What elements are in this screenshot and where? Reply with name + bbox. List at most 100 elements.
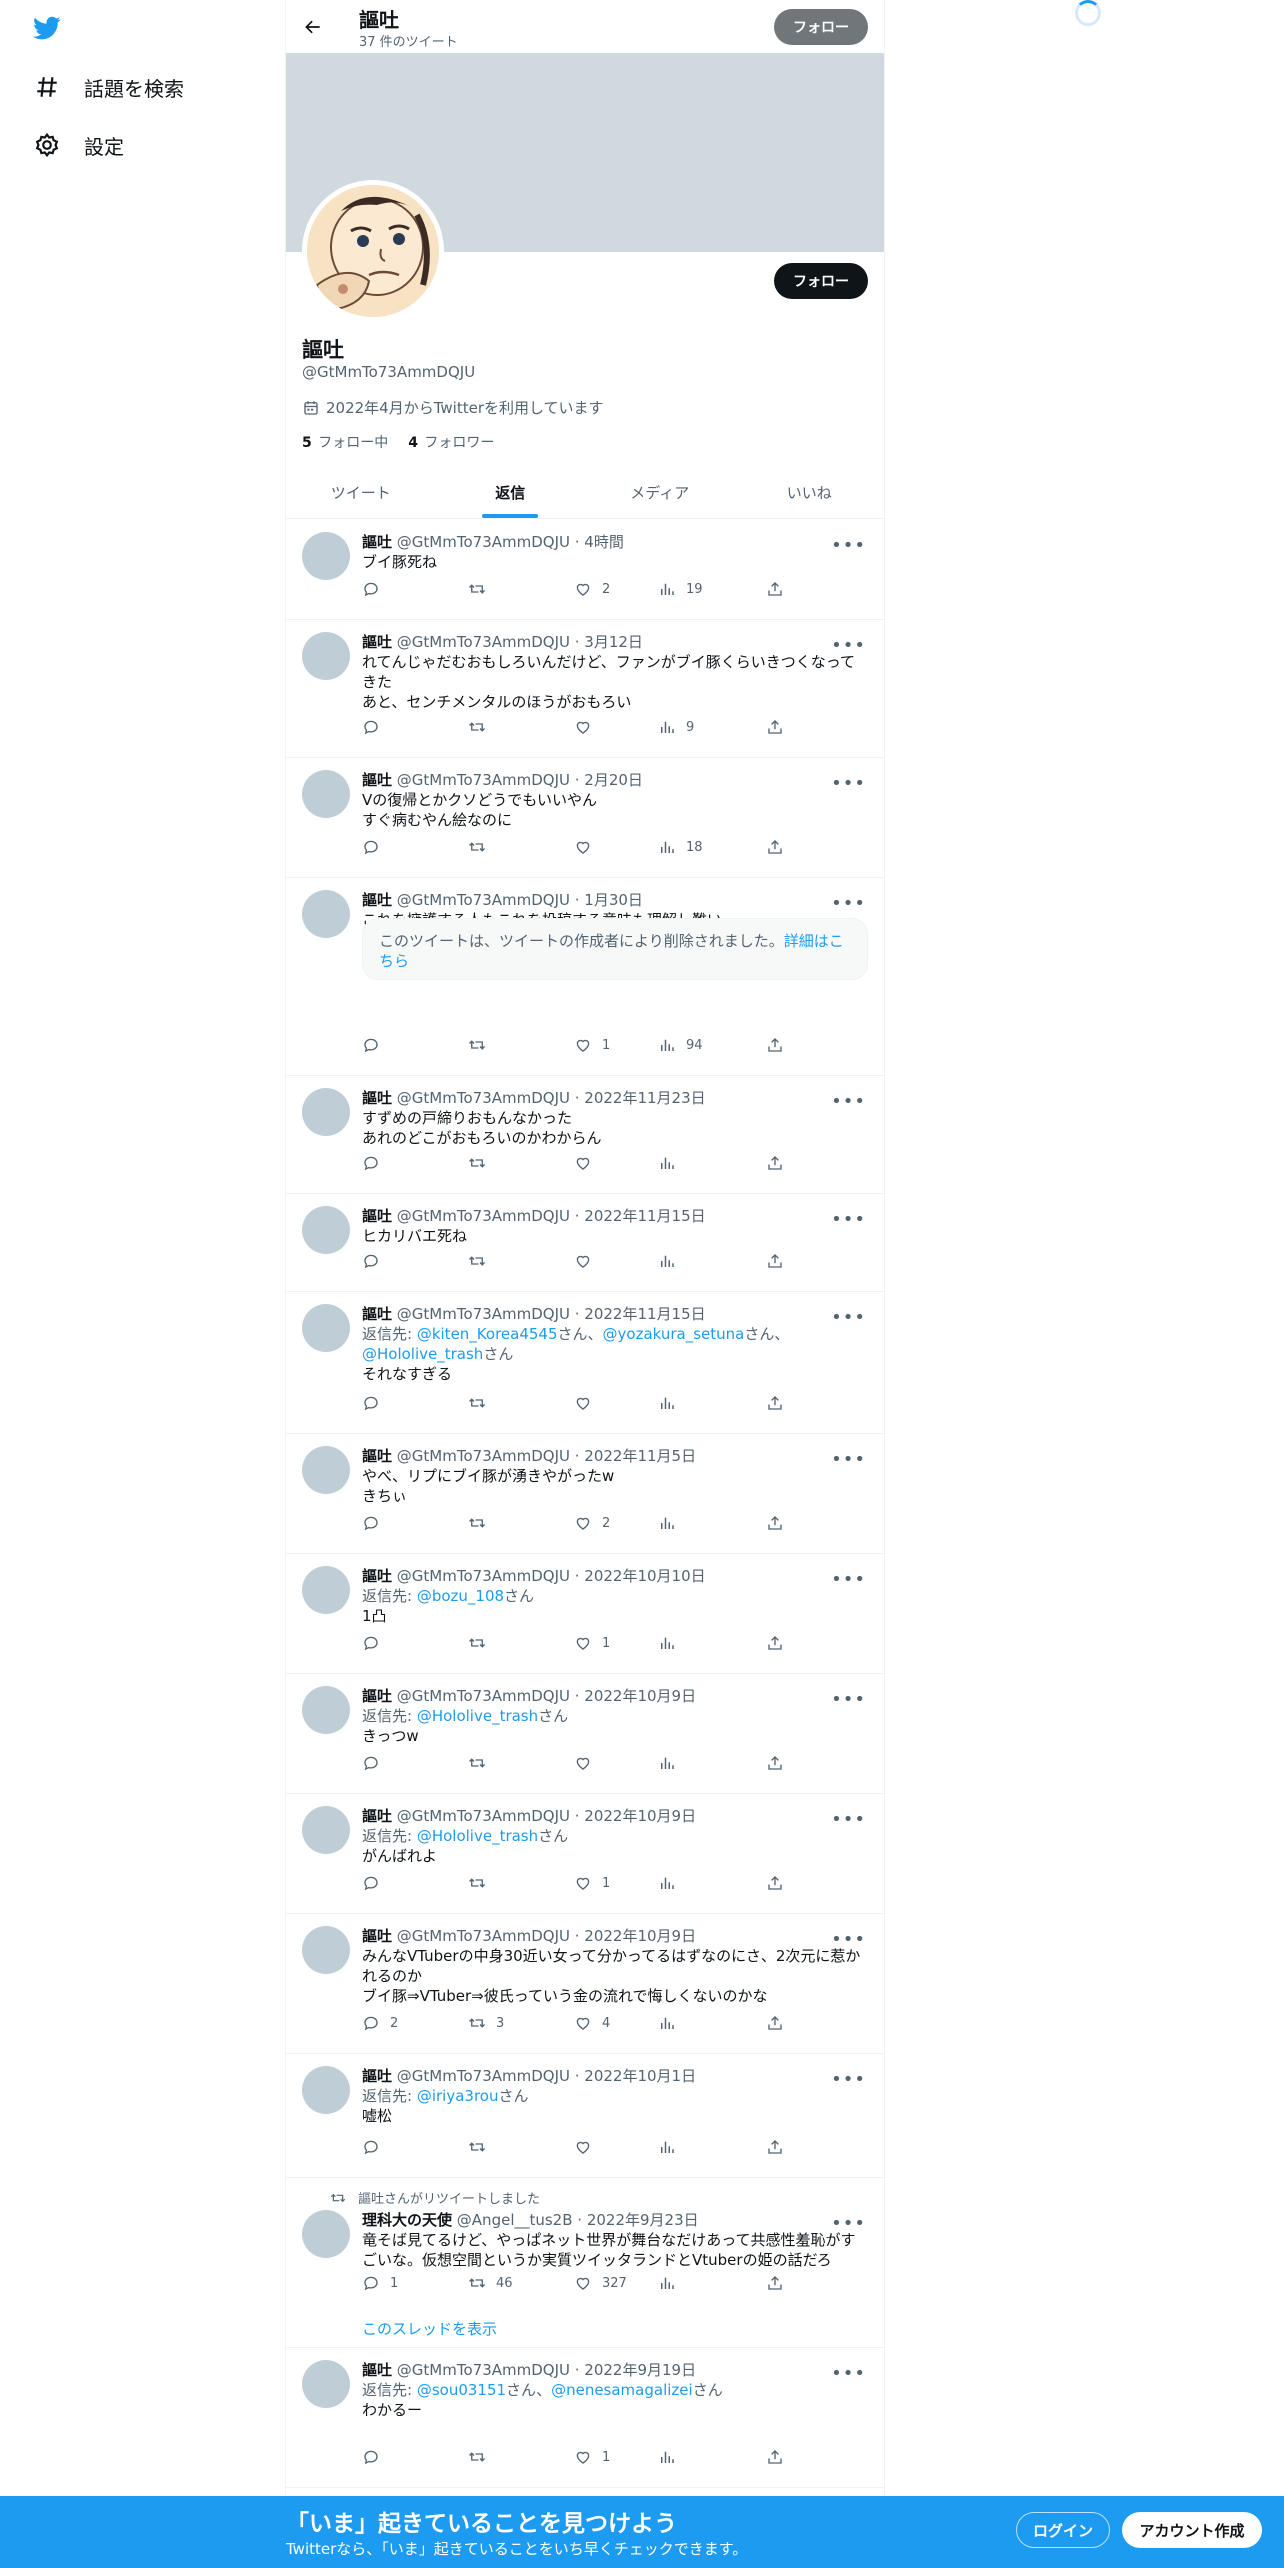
tweet[interactable]: •••謳吐 @GtMmTo73AmmDQJU · 1月30日これを擁護する人もこ…	[286, 878, 884, 1076]
tweet-author-handle[interactable]: @GtMmTo73AmmDQJU	[397, 771, 570, 789]
like-button[interactable]: 327	[574, 2274, 627, 2292]
tweet-author-handle[interactable]: @GtMmTo73AmmDQJU	[397, 633, 570, 651]
retweet-button[interactable]	[468, 718, 496, 736]
retweet-button[interactable]	[468, 1154, 496, 1172]
retweet-button[interactable]	[468, 1036, 496, 1054]
mention-link[interactable]: @nenesamagalizei	[551, 2381, 693, 2399]
tweet-author-name[interactable]: 謳吐	[362, 771, 392, 789]
share-button[interactable]	[766, 1154, 784, 1172]
retweet-button[interactable]	[468, 1634, 496, 1652]
tweet-author-handle[interactable]: @GtMmTo73AmmDQJU	[397, 1207, 570, 1225]
header-follow-button[interactable]: フォロー	[774, 9, 868, 45]
reply-button[interactable]: 2	[362, 2014, 398, 2032]
reply-button[interactable]	[362, 1754, 390, 1772]
retweet-button[interactable]	[468, 1514, 496, 1532]
nav-explore[interactable]: 話題を検索	[34, 71, 184, 103]
reply-button[interactable]	[362, 1514, 390, 1532]
retweet-button[interactable]	[468, 1394, 496, 1412]
like-button[interactable]	[574, 1154, 602, 1172]
tweet-author-name[interactable]: 謳吐	[362, 1447, 392, 1465]
tweet-author-name[interactable]: 謳吐	[362, 1305, 392, 1323]
share-button[interactable]	[766, 1394, 784, 1412]
follow-button[interactable]: フォロー	[774, 263, 868, 299]
tweet-time[interactable]: 2022年11月15日	[584, 1207, 705, 1225]
like-button[interactable]	[574, 2138, 602, 2156]
tab-media[interactable]: メディア	[585, 466, 735, 518]
tweet[interactable]: ••• 謳吐 @GtMmTo73AmmDQJU · 2022年9月19日 返信先: …	[286, 2348, 884, 2488]
tweet-author-name[interactable]: 謳吐	[362, 1089, 392, 1107]
like-button[interactable]: 1	[574, 2448, 610, 2466]
views-button[interactable]: 94	[658, 1036, 703, 1054]
following-link[interactable]: 5 フォロー中	[302, 432, 388, 452]
like-button[interactable]	[574, 1754, 602, 1772]
tweet-time[interactable]: 2022年10月9日	[584, 1807, 696, 1825]
tweet-time[interactable]: 4時間	[584, 533, 624, 551]
tweet-avatar[interactable]	[302, 632, 350, 680]
tweet-author-handle[interactable]: @Angel__tus2B	[457, 2211, 573, 2229]
like-button[interactable]: 1	[574, 1634, 610, 1652]
tweet-avatar[interactable]	[302, 1304, 350, 1352]
mention-link[interactable]: @iriya3rou	[417, 2087, 499, 2105]
tweet-author-handle[interactable]: @GtMmTo73AmmDQJU	[397, 1567, 570, 1585]
tweet-time[interactable]: 2022年9月19日	[584, 2361, 696, 2379]
views-button[interactable]	[658, 1154, 686, 1172]
tweet[interactable]: ••• 謳吐 @GtMmTo73AmmDQJU · 2022年11月23日 すずめの…	[286, 1076, 884, 1194]
retweet-button[interactable]	[468, 2448, 496, 2466]
retweet-button[interactable]	[468, 1754, 496, 1772]
reply-button[interactable]	[362, 1874, 390, 1892]
reply-button[interactable]	[362, 838, 390, 856]
tweet[interactable]: ••• 謳吐 @GtMmTo73AmmDQJU · 2022年11月5日 やべ、リプ…	[286, 1434, 884, 1554]
tweet[interactable]: ••• 謳吐 @GtMmTo73AmmDQJU · 2022年10月10日 返信先:…	[286, 1554, 884, 1674]
share-button[interactable]	[766, 838, 784, 856]
views-button[interactable]	[658, 2014, 686, 2032]
tweet-time[interactable]: 2022年11月23日	[584, 1089, 705, 1107]
twitter-logo-icon[interactable]	[31, 14, 63, 42]
tweet-author-handle[interactable]: @GtMmTo73AmmDQJU	[397, 1807, 570, 1825]
retweet-button[interactable]	[468, 1874, 496, 1892]
share-button[interactable]	[766, 1514, 784, 1532]
tweet-avatar[interactable]	[302, 532, 350, 580]
mention-link[interactable]: @yozakura_setuna	[603, 1325, 745, 1343]
tweet-avatar[interactable]	[302, 2360, 350, 2408]
back-arrow-icon[interactable]	[298, 12, 328, 42]
mention-link[interactable]: @bozu_108	[417, 1587, 504, 1605]
tweet-author-handle[interactable]: @GtMmTo73AmmDQJU	[397, 1089, 570, 1107]
retweet-button[interactable]: 3	[468, 2014, 504, 2032]
share-button[interactable]	[766, 1036, 784, 1054]
tweet[interactable]: ••• 謳吐 @GtMmTo73AmmDQJU · 2月20日 Vの復帰とかクソどう…	[286, 758, 884, 878]
tweet[interactable]: ••• 謳吐 @GtMmTo73AmmDQJU · 3月12日 れてんじゃだむおもし…	[286, 620, 884, 758]
tweet-author-name[interactable]: 謳吐	[362, 891, 392, 909]
signup-button[interactable]: アカウント作成	[1122, 2512, 1262, 2548]
share-button[interactable]	[766, 2014, 784, 2032]
retweet-button[interactable]	[468, 2138, 496, 2156]
tweet-author-name[interactable]: 謳吐	[362, 1687, 392, 1705]
share-button[interactable]	[766, 2448, 784, 2466]
tweet-author-name[interactable]: 謳吐	[362, 633, 392, 651]
tweet-author-handle[interactable]: @GtMmTo73AmmDQJU	[397, 533, 570, 551]
tweet[interactable]: ••• 謳吐 @GtMmTo73AmmDQJU · 2022年10月9日 返信先: …	[286, 1794, 884, 1914]
tweet-time[interactable]: 2022年10月9日	[584, 1927, 696, 1945]
show-thread-link[interactable]: このスレッドを表示	[362, 2318, 497, 2339]
tweet-avatar[interactable]	[302, 1446, 350, 1494]
reply-button[interactable]	[362, 1036, 390, 1054]
tweet-avatar[interactable]	[302, 1206, 350, 1254]
tweet-author-handle[interactable]: @GtMmTo73AmmDQJU	[397, 1927, 570, 1945]
share-button[interactable]	[766, 580, 784, 598]
nav-settings[interactable]: 設定	[34, 129, 124, 161]
views-button[interactable]	[658, 1394, 686, 1412]
tweet-author-handle[interactable]: @GtMmTo73AmmDQJU	[397, 1305, 570, 1323]
tweet-avatar[interactable]	[302, 770, 350, 818]
share-button[interactable]	[766, 1754, 784, 1772]
reply-button[interactable]: 1	[362, 2274, 398, 2292]
like-button[interactable]: 2	[574, 580, 610, 598]
tweet[interactable]: 謳吐さんがリツイートしました ••• 理科大の天使 @Angel__tus2B · …	[286, 2178, 884, 2348]
tweet-author-handle[interactable]: @GtMmTo73AmmDQJU	[397, 1687, 570, 1705]
login-button[interactable]: ログイン	[1016, 2512, 1110, 2548]
tweet-author-name[interactable]: 謳吐	[362, 1807, 392, 1825]
tweet[interactable]: ••• 謳吐 @GtMmTo73AmmDQJU · 2022年10月1日 返信先: …	[286, 2054, 884, 2178]
tweet-avatar[interactable]	[302, 890, 350, 938]
like-button[interactable]	[574, 1252, 602, 1270]
tweet-avatar[interactable]	[302, 1926, 350, 1974]
retweet-button[interactable]	[468, 838, 496, 856]
views-button[interactable]	[658, 2448, 686, 2466]
